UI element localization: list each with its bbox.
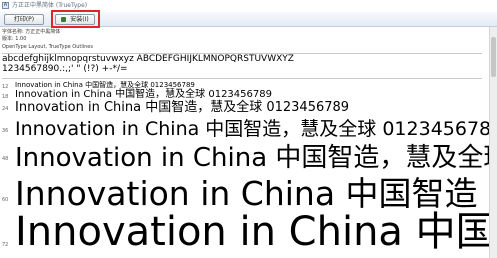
scrollbar-thumb[interactable] [491,37,496,77]
print-button[interactable]: 打印(P) [4,14,44,25]
sample-text: Innovation in China 中国智造 [15,174,478,213]
sample-text: Innovation in China 中国智造，慧及全球 0123456789 [15,89,272,100]
size-label: 12 [2,84,9,90]
font-file-icon: A [2,2,9,9]
sample-text: Innovation in China 中国 [15,209,496,255]
sample-text: Innovation in China 中国智造，慧及全球 0123456789 [15,81,195,89]
install-button[interactable]: 安装(I) [55,14,95,25]
sample-text: Innovation in China 中国智造，慧及全球 0123456789 [15,100,350,115]
divider [2,78,482,79]
size-label: 72 [2,242,9,248]
font-name-info: 字体名称: 方正正中黑简体 [2,29,61,35]
print-button-label: 打印(P) [13,16,35,23]
window-title: 方正正中黑简体 (TrueType) [12,2,88,9]
digits-symbols-sample: 1234567890.:,;' " (!?) +-*/= [2,64,128,74]
alphabet-sample: abcdefghijklmnopqrstuvwxyz ABCDEFGHIJKLM… [2,54,294,64]
sample-text: Innovation in China 中国智造，慧及全球 [15,143,497,173]
install-shield-icon [61,17,67,22]
size-label: 24 [2,106,9,112]
size-label: 18 [2,94,9,100]
font-type-info: OpenType Layout, TrueType Outlines [2,44,93,50]
size-label: 36 [2,128,9,134]
size-label: 48 [2,156,9,162]
font-version-info: 版本: 1.00 [2,36,27,42]
sample-text: Innovation in China 中国智造，慧及全球 0123456789 [15,118,497,140]
title-bar: A 方正正中黑简体 (TrueType) [0,0,497,12]
toolbar: 打印(P) 安装(I) [0,12,497,27]
install-button-label: 安装(I) [70,16,89,23]
vertical-scrollbar[interactable] [489,27,497,258]
size-label: 60 [2,197,9,203]
